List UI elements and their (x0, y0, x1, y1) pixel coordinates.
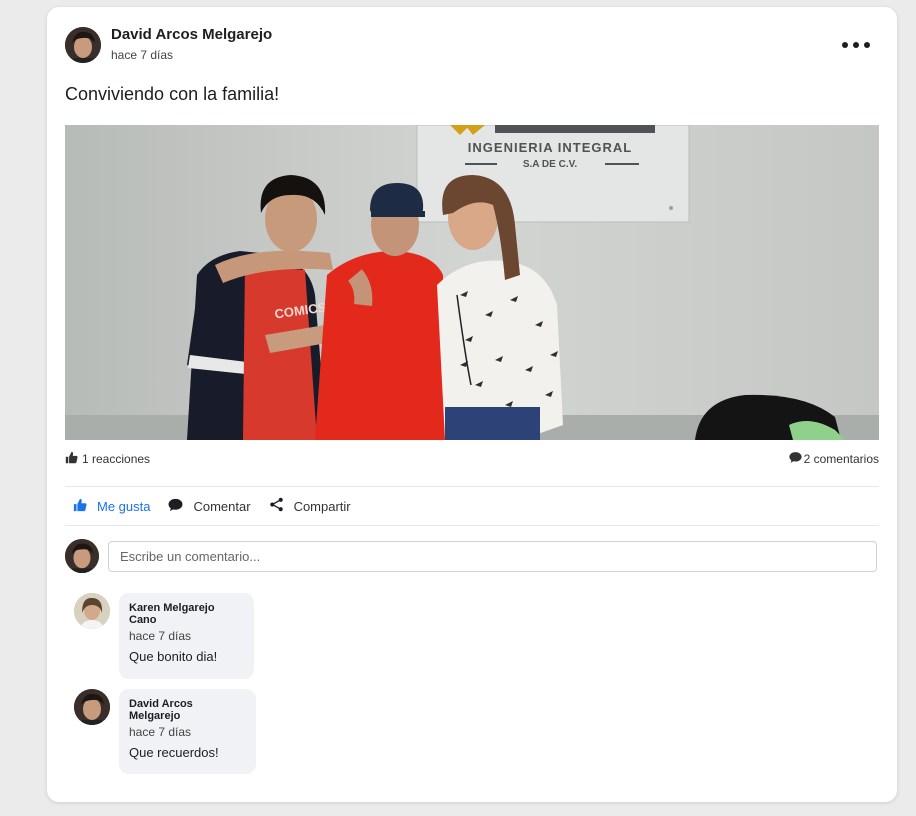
comment-author[interactable]: David Arcos Melgarejo (129, 698, 246, 722)
reactions-label: 1 reacciones (82, 452, 151, 466)
thumbs-up-icon (73, 498, 87, 515)
comment-bubble-icon (789, 451, 802, 466)
divider (65, 525, 879, 526)
commenter-avatar[interactable] (74, 593, 110, 629)
comment-input[interactable] (108, 541, 877, 572)
comment-label: Comentar (193, 498, 251, 514)
sign-text: INGENIERIA INTEGRAL (468, 140, 632, 155)
sign-subtext: S.A DE C.V. (523, 159, 577, 170)
comments-count[interactable]: 2 comentarios (789, 451, 879, 466)
comment-bubble-icon (168, 498, 183, 514)
like-label: Me gusta (97, 498, 151, 514)
comment-timestamp: hace 7 días (129, 725, 192, 739)
like-button[interactable]: Me gusta (73, 498, 150, 515)
post-card: David Arcos Melgarejo hace 7 días Conviv… (47, 7, 897, 802)
share-label: Compartir (293, 498, 351, 514)
comment-text: Que recuerdos! (129, 745, 219, 760)
comment-bubble: David Arcos Melgarejo hace 7 días Que re… (119, 689, 256, 774)
share-button[interactable]: Compartir (269, 497, 351, 515)
current-user-avatar (65, 539, 99, 573)
post-stats: 1 reacciones 2 comentarios (65, 451, 879, 469)
more-options-icon[interactable] (842, 35, 878, 55)
comment-button[interactable]: Comentar (168, 498, 251, 514)
comment-author[interactable]: Karen Melgarejo Cano (129, 602, 244, 626)
author-name[interactable]: David Arcos Melgarejo (111, 26, 272, 43)
share-icon (269, 497, 284, 515)
post-timestamp: hace 7 días (111, 48, 174, 62)
commenter-avatar[interactable] (74, 689, 110, 725)
post-actions: Me gusta Comentar Compartir (73, 497, 369, 515)
reactions-count[interactable]: 1 reacciones (65, 451, 150, 467)
comment-bubble: Karen Melgarejo Cano hace 7 días Que bon… (119, 593, 254, 679)
author-avatar[interactable] (65, 27, 101, 63)
thumbs-up-icon (65, 451, 78, 467)
comments-label: 2 comentarios (803, 451, 879, 466)
comment-timestamp: hace 7 días (129, 629, 192, 643)
divider (65, 486, 879, 487)
comment-text: Que bonito dia! (129, 649, 218, 664)
post-photo[interactable]: INGENIERIA INTEGRAL S.A DE C.V. COMICS (65, 125, 879, 440)
post-text: Conviviendo con la familia! (65, 84, 280, 104)
